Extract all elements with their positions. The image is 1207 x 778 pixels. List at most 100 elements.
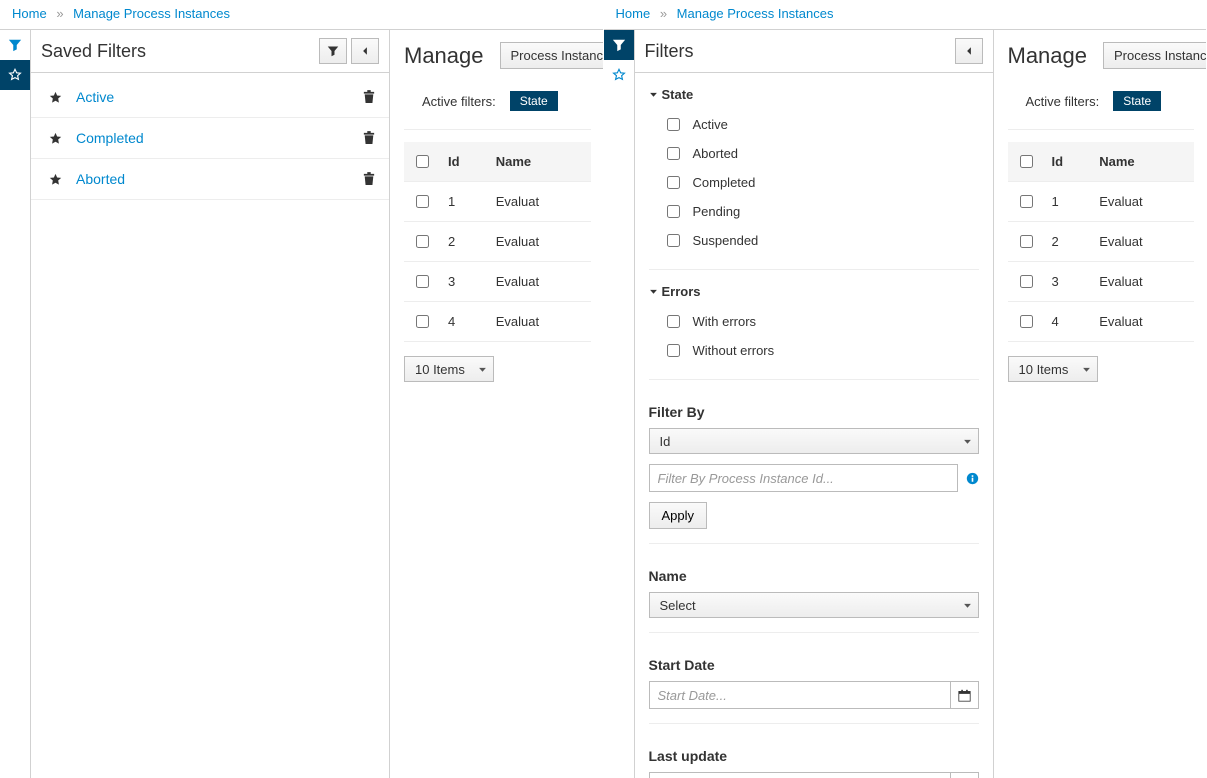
saved-filters-list: Active Completed	[31, 73, 389, 204]
start-date-picker-button[interactable]	[951, 681, 978, 709]
errors-checkbox[interactable]	[667, 344, 680, 357]
caret-down-icon	[649, 287, 658, 296]
table-row[interactable]: 3 Evaluat	[1008, 262, 1195, 302]
cell-id: 3	[1044, 262, 1092, 302]
table-row[interactable]: 2 Evaluat	[1008, 222, 1195, 262]
table-row[interactable]: 2 Evaluat	[404, 222, 591, 262]
errors-heading[interactable]: Errors	[649, 284, 979, 299]
cell-id: 3	[440, 262, 488, 302]
state-option-label: Completed	[693, 175, 756, 190]
filter-scroll-body[interactable]: State Active Aborted Completed Pending S…	[635, 73, 993, 778]
col-name[interactable]: Name	[488, 142, 591, 182]
row-checkbox[interactable]	[1020, 275, 1033, 288]
row-checkbox[interactable]	[416, 315, 429, 328]
state-option[interactable]: Suspended	[649, 226, 979, 255]
saved-filter-name[interactable]: Active	[76, 89, 114, 105]
state-checkbox[interactable]	[667, 205, 680, 218]
saved-filter-name[interactable]: Aborted	[76, 171, 125, 187]
col-name[interactable]: Name	[1091, 142, 1194, 182]
state-option[interactable]: Active	[649, 110, 979, 139]
saved-filter-item[interactable]: Completed	[31, 118, 389, 159]
chevron-down-icon	[1082, 365, 1091, 374]
row-checkbox[interactable]	[416, 235, 429, 248]
cell-id: 4	[1044, 302, 1092, 342]
pane-filters: Home » Manage Process Instances Filters	[604, 0, 1207, 778]
row-checkbox[interactable]	[1020, 195, 1033, 208]
select-all-checkbox[interactable]	[416, 155, 429, 168]
cell-name: Evaluat	[1091, 222, 1194, 262]
state-option[interactable]: Pending	[649, 197, 979, 226]
state-heading[interactable]: State	[649, 87, 979, 102]
saved-filter-item[interactable]: Active	[31, 77, 389, 118]
apply-button[interactable]: Apply	[649, 502, 708, 529]
errors-option[interactable]: With errors	[649, 307, 979, 336]
page-size-select[interactable]: 10 Items	[1008, 356, 1098, 382]
filter-icon	[612, 38, 626, 52]
state-checkbox[interactable]	[667, 176, 680, 189]
cell-id: 1	[440, 182, 488, 222]
filter-by-input[interactable]	[649, 464, 958, 492]
collapse-panel-button[interactable]	[351, 38, 379, 64]
breadcrumb-home-link[interactable]: Home	[616, 6, 651, 21]
table-row[interactable]: 1 Evaluat	[404, 182, 591, 222]
row-checkbox[interactable]	[1020, 235, 1033, 248]
state-chip[interactable]: State	[1113, 91, 1161, 111]
breadcrumb-home-link[interactable]: Home	[12, 6, 47, 21]
cell-id: 4	[440, 302, 488, 342]
state-checkbox[interactable]	[667, 147, 680, 160]
process-instances-dropdown[interactable]: Process Instances	[500, 42, 603, 69]
breadcrumb-current-link[interactable]: Manage Process Instances	[73, 6, 230, 21]
table-row[interactable]: 4 Evaluat	[404, 302, 591, 342]
row-checkbox[interactable]	[416, 275, 429, 288]
process-table: Id Name 1 Evaluat	[1008, 142, 1195, 342]
breadcrumb-current-link[interactable]: Manage Process Instances	[677, 6, 834, 21]
select-all-checkbox[interactable]	[1020, 155, 1033, 168]
trash-icon	[363, 131, 375, 145]
state-checkbox[interactable]	[667, 118, 680, 131]
collapse-panel-button[interactable]	[955, 38, 983, 64]
start-date-input[interactable]	[649, 681, 952, 709]
last-update-input[interactable]	[649, 772, 952, 778]
filter-by-select-label: Id	[660, 434, 671, 449]
process-table: Id Name 1 Evaluat	[404, 142, 591, 342]
errors-option[interactable]: Without errors	[649, 336, 979, 365]
table-row[interactable]: 3 Evaluat	[404, 262, 591, 302]
delete-filter-button[interactable]	[363, 172, 375, 186]
content-area: Manage Process Instances Active filters:…	[994, 30, 1207, 778]
table-row[interactable]: 1 Evaluat	[1008, 182, 1195, 222]
row-checkbox[interactable]	[416, 195, 429, 208]
info-icon[interactable]	[966, 472, 979, 485]
page-size-select[interactable]: 10 Items	[404, 356, 494, 382]
col-id[interactable]: Id	[1044, 142, 1092, 182]
state-option[interactable]: Completed	[649, 168, 979, 197]
page-title: Manage	[1008, 43, 1088, 69]
process-instances-dropdown[interactable]: Process Instances	[1103, 42, 1206, 69]
name-select[interactable]: Select	[649, 592, 979, 618]
tab-filters[interactable]	[0, 30, 30, 60]
state-checkbox[interactable]	[667, 234, 680, 247]
tab-filters[interactable]	[604, 30, 634, 60]
active-filters-label: Active filters:	[422, 94, 496, 109]
filter-button[interactable]	[319, 38, 347, 64]
state-chip[interactable]: State	[510, 91, 558, 111]
col-id[interactable]: Id	[440, 142, 488, 182]
caret-down-icon	[649, 90, 658, 99]
errors-heading-label: Errors	[662, 284, 701, 299]
cell-name: Evaluat	[488, 222, 591, 262]
filter-icon	[327, 45, 339, 57]
delete-filter-button[interactable]	[363, 90, 375, 104]
tab-saved-filters[interactable]	[0, 60, 30, 90]
state-option-label: Active	[693, 117, 728, 132]
row-checkbox[interactable]	[1020, 315, 1033, 328]
table-row[interactable]: 4 Evaluat	[1008, 302, 1195, 342]
saved-filter-name[interactable]: Completed	[76, 130, 144, 146]
filter-by-select[interactable]: Id	[649, 428, 979, 454]
last-update-picker-button[interactable]	[951, 772, 978, 778]
cell-name: Evaluat	[488, 262, 591, 302]
delete-filter-button[interactable]	[363, 131, 375, 145]
tab-saved-filters[interactable]	[604, 60, 634, 90]
saved-filter-item[interactable]: Aborted	[31, 159, 389, 200]
state-option[interactable]: Aborted	[649, 139, 979, 168]
errors-checkbox[interactable]	[667, 315, 680, 328]
name-select-label: Select	[660, 598, 696, 613]
